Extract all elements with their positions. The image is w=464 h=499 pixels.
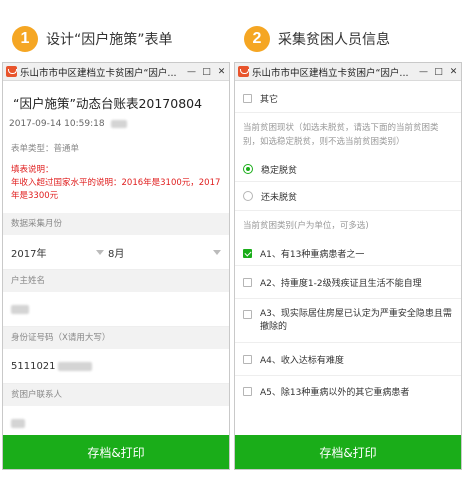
option-label: A3、现实际居住房屋已认定为严重安全隐患且需撤除的 [260,309,452,332]
maximize-button[interactable]: □ [199,64,214,80]
form-content[interactable]: 其它 当前贫困现状（如选未脱贫，请选下面的当前贫困类别，如选稳定脱贫，则不选当前… [235,81,461,435]
id-number-field[interactable]: 5111021 [3,349,229,384]
redacted-name [11,304,29,314]
contact-field[interactable] [3,406,229,435]
step-title: 采集贫困人员信息 [278,32,390,48]
year-value[interactable]: 2017年 [11,245,96,260]
id-number-label: 身份证号码（X请用大写） [3,327,229,349]
step-1-header: 1 设计“因户施策”表单 [12,24,173,54]
option-label: 其它 [260,94,279,105]
checkbox-checked[interactable] [243,248,252,258]
maximize-button[interactable]: □ [431,64,446,80]
chevron-down-icon [96,249,104,255]
window-title: 乐山市市中区建档立卡贫困户“因户... [20,67,177,79]
form-title: “因户施策”动态台账表20170804 [13,96,203,111]
radio-button[interactable] [243,191,253,201]
step-number-badge: 1 [12,26,38,52]
radio-option-stable[interactable]: 稳定脱贫 [235,157,461,181]
status-hint: 当前贫困现状（如选未脱贫，请选下面的当前贫困类别，如选稳定脱贫，则不选当前贫困类… [243,123,439,147]
checkbox[interactable] [243,354,252,364]
form-type: 表单类型：普通单 [11,144,80,154]
option-label: A2、持重度1-2级残疾证且生活不能自理 [260,278,422,289]
app-logo-icon [6,66,17,77]
checkbox[interactable] [243,277,252,287]
category-option-a4[interactable]: A4、收入达标有难度 [235,343,461,375]
close-button[interactable]: ✕ [214,64,229,80]
checkbox[interactable] [243,386,252,396]
option-other[interactable]: 其它 [235,84,461,112]
month-section-label: 数据采集月份 [3,213,229,235]
head-name-label: 户主姓名 [3,270,229,292]
option-label: A4、收入达标有难度 [260,355,344,366]
contact-label: 贫困户联系人 [3,384,229,406]
form-window-right: 乐山市市中区建档立卡贫困户“因户... — □ ✕ 其它 当前贫困现状（如选未脱… [234,62,462,470]
save-print-button[interactable]: 存档&打印 [235,435,461,469]
step-2-header: 2 采集贫困人员信息 [244,24,390,54]
save-print-button[interactable]: 存档&打印 [3,435,229,469]
month-picker[interactable]: 2017年 8月 [3,235,229,270]
radio-option-not-yet[interactable]: 还未脱贫 [235,182,461,210]
chevron-down-icon [213,249,221,255]
window-titlebar[interactable]: 乐山市市中区建档立卡贫困户“因户... — □ ✕ [3,63,229,81]
category-option-a3[interactable]: A3、现实际居住房屋已认定为严重安全隐患且需撤除的 [235,299,461,342]
radio-button[interactable] [243,164,253,174]
minimize-button[interactable]: — [184,64,199,80]
option-label: A5、除13种重病以外的其它重病患者 [260,387,410,398]
notice-body: 年收入超过国家水平的说明：2016年是3100元，2017年是3300元 [11,178,221,201]
minimize-button[interactable]: — [416,64,431,80]
month-value[interactable]: 8月 [108,245,213,260]
option-label: 还未脱贫 [261,192,298,203]
checkbox[interactable] [243,93,252,103]
step-number-badge: 2 [244,26,270,52]
id-number-value[interactable]: 5111021 [11,361,56,372]
option-label: A1、有13种重病患者之一 [260,249,365,260]
redacted-contact [11,418,25,428]
head-name-field[interactable] [3,292,229,327]
redacted-id [57,361,92,371]
checkbox[interactable] [243,310,252,319]
category-option-a5[interactable]: A5、除13种重病以外的其它重病患者 [235,376,461,406]
redacted-author [111,119,128,128]
app-logo-icon [238,66,249,77]
form-timestamp: 2017-09-14 10:59:18 [3,113,229,129]
close-button[interactable]: ✕ [446,64,461,80]
category-hint: 当前贫困类别(户为单位，可多选) [243,221,369,231]
step-title: 设计“因户施策”表单 [46,32,173,48]
option-label: 稳定脱贫 [261,165,298,176]
timestamp-text: 2017-09-14 10:59:18 [9,119,105,129]
form-content[interactable]: “因户施策”动态台账表20170804 2017-09-14 10:59:18 … [3,81,229,435]
notice-title: 填表说明： [11,165,54,175]
category-option-a1[interactable]: A1、有13种重病患者之一 [235,241,461,265]
category-option-a2[interactable]: A2、持重度1-2级残疾证且生活不能自理 [235,266,461,298]
form-window-left: 乐山市市中区建档立卡贫困户“因户... — □ ✕ “因户施策”动态台账表201… [2,62,230,470]
window-title: 乐山市市中区建档立卡贫困户“因户... [252,67,409,79]
window-titlebar[interactable]: 乐山市市中区建档立卡贫困户“因户... — □ ✕ [235,63,461,81]
